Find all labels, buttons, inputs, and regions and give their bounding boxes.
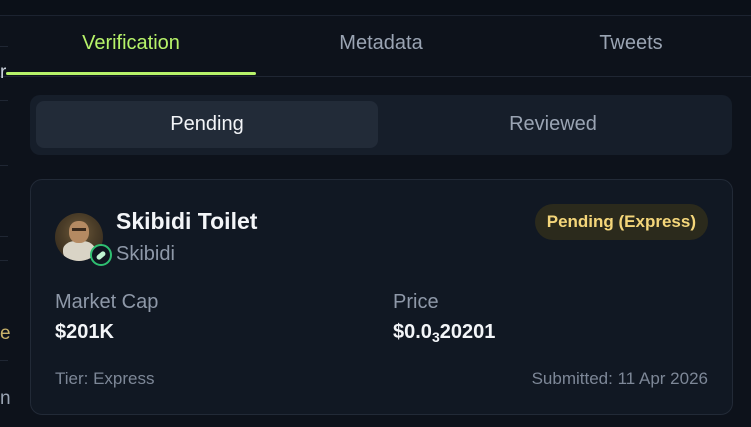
market-cap-label: Market Cap — [55, 291, 159, 313]
token-name: Skibidi Toilet — [116, 208, 258, 234]
price-digits: 20201 — [439, 321, 496, 343]
edge-char: n — [0, 388, 11, 409]
edge-char: e — [0, 323, 11, 344]
tab-verification[interactable]: Verification — [6, 16, 256, 74]
token-symbol: Skibidi — [116, 243, 175, 265]
price-prefix: $0.0 — [393, 321, 432, 343]
active-tab-indicator — [6, 72, 256, 75]
submitted-date: Submitted: 11 Apr 2026 — [531, 369, 708, 388]
token-card[interactable]: Skibidi Toilet Skibidi Pending (Express)… — [30, 179, 733, 415]
tab-metadata[interactable]: Metadata — [256, 16, 506, 74]
price-label: Price — [393, 291, 439, 313]
status-badge: Pending (Express) — [534, 204, 708, 240]
left-edge-partial-panel: r e n — [0, 46, 11, 427]
tab-bar: Verification Metadata Tweets — [0, 16, 751, 77]
price-zero-count: 3 — [431, 329, 440, 345]
top-bar — [0, 0, 751, 16]
edge-char: r — [0, 62, 7, 83]
status-segmented-control: Pending Reviewed — [30, 95, 732, 155]
price-value: $0.0320201 — [393, 321, 495, 345]
segment-reviewed[interactable]: Reviewed — [380, 101, 726, 148]
market-cap-value: $201K — [55, 321, 114, 343]
segment-pending[interactable]: Pending — [36, 101, 378, 148]
tier-label: Tier: Express — [55, 369, 155, 388]
tab-tweets[interactable]: Tweets — [506, 16, 751, 74]
verified-badge-icon — [90, 244, 112, 266]
